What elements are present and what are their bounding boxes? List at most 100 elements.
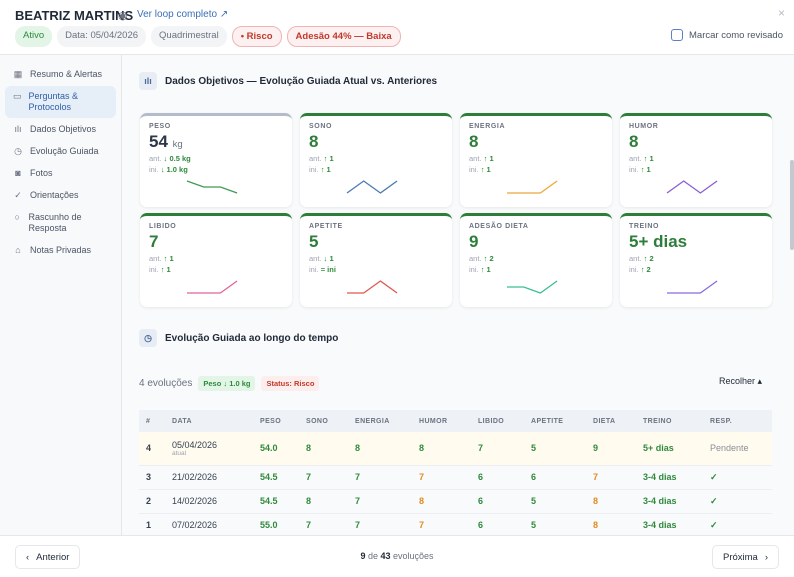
column-header[interactable]: HUMOR <box>412 410 471 432</box>
delta-value: ↑ 2 <box>643 254 654 263</box>
sparkline-line <box>507 180 558 194</box>
status-badge: Adesão 44% — Baixa <box>286 26 401 47</box>
cell-treino: 3-4 dias <box>636 513 703 535</box>
table-row[interactable]: 3 21/02/2026 54.5 7 7 7 6 6 7 3-4 dias ✓ <box>139 465 772 490</box>
delta-value: ↑ 1 <box>160 265 171 274</box>
collapse-button[interactable]: Recolher ▴ <box>719 376 762 387</box>
delta-label: ant. <box>469 254 482 263</box>
column-header[interactable]: LIBIDO <box>471 410 524 432</box>
cell-energia: 7 <box>348 465 412 490</box>
delta-label: ini. <box>469 265 479 274</box>
delta-ini: ini. ↑ 1 <box>149 265 283 274</box>
evolution-table: # DATA PESO SONO ENERGIA HUMOR LIBIDO APETITE DI… <box>139 410 772 535</box>
column-header[interactable]: PESO <box>253 410 299 432</box>
delta-value: ↑ 1 <box>643 154 654 163</box>
cell-apetite: 5 <box>524 489 586 514</box>
table-row[interactable]: 1 07/02/2026 55.0 7 7 7 6 5 8 3-4 dias ✓ <box>139 513 772 535</box>
metric-label: LIBIDO <box>149 223 177 230</box>
response-status: ✓ <box>703 465 772 490</box>
checkbox-icon[interactable] <box>671 29 684 41</box>
next-button[interactable]: Próxima › <box>711 545 779 569</box>
delta-label: ant. <box>629 254 642 263</box>
column-header[interactable]: ENERGIA <box>348 410 412 432</box>
sidebar-item-bar-chart[interactable]: ılı Dados Objetivos <box>5 119 116 140</box>
delta-value: ↑ 1 <box>323 154 334 163</box>
delta-value: ↑ 2 <box>483 254 494 263</box>
sidebar-item-label: Notas Privadas <box>30 245 92 255</box>
delta-label: ini. <box>149 165 159 174</box>
cell-peso: 54.5 <box>253 465 299 490</box>
cell-sono: 7 <box>299 513 348 535</box>
row-number: 1 <box>139 513 165 535</box>
delta-label: ini. <box>629 265 639 274</box>
mark-reviewed-checkbox[interactable]: Marcar como revisado <box>671 29 783 41</box>
column-header[interactable]: DATA <box>165 410 253 432</box>
delta-value: ↓ 1 <box>323 254 334 263</box>
mark-reviewed-label: Marcar como revisado <box>689 29 783 41</box>
column-header[interactable]: APETITE <box>524 410 586 432</box>
section-title: Evolução Guiada ao longo do tempo <box>165 332 339 344</box>
view-full-loop-link[interactable]: Ver loop completo ↗ <box>137 9 228 20</box>
metric-label: HUMOR <box>629 123 659 130</box>
sparkline <box>507 280 558 294</box>
delta-label: ini. <box>309 265 319 274</box>
sidebar-item-calendar[interactable]: ▦ Resumo & Alertas <box>5 64 116 85</box>
close-icon[interactable]: × <box>778 6 785 20</box>
patient-name: BEATRIZ MARTINS <box>15 8 134 23</box>
status-pill: Status: Risco <box>261 376 320 391</box>
delta-ini: ini. ↑ 2 <box>629 265 763 274</box>
table-row[interactable]: 2 14/02/2026 54.5 8 7 8 6 5 8 3-4 dias ✓ <box>139 489 772 514</box>
delta-value: ↓ 1.0 kg <box>160 165 188 174</box>
column-header[interactable]: RESP. <box>703 410 772 432</box>
sidebar-item-camera[interactable]: ◙ Fotos <box>5 163 116 184</box>
sidebar-item-chat[interactable]: ○ Rascunho de Resposta <box>5 207 116 239</box>
cell-energia: 8 <box>348 432 412 466</box>
next-label: Próxima <box>722 551 758 563</box>
check-circle-icon: ✓ <box>14 190 22 200</box>
row-number: 3 <box>139 465 165 490</box>
row-date: 05/04/2026 atual <box>165 432 253 466</box>
metric-label: PESO <box>149 123 171 130</box>
delta-value: ↑ 1 <box>320 165 331 174</box>
sidebar-item-check-circle[interactable]: ✓ Orientações <box>5 185 116 206</box>
delta-label: ini. <box>309 165 319 174</box>
delta-label: ini. <box>149 265 159 274</box>
metric-card: PESO 54 kg ant. ↓ 0.5 kg ini. ↓ 1.0 kg <box>140 113 292 207</box>
eye-icon[interactable]: ◉ <box>118 9 128 22</box>
metric-label: TREINO <box>629 223 660 230</box>
table-row[interactable]: 4 05/04/2026 atual 54.0 8 8 8 7 5 9 5+ dias Pendent… <box>139 432 772 466</box>
sparkline-line <box>187 280 238 294</box>
column-header[interactable]: SONO <box>299 410 348 432</box>
header: BEATRIZ MARTINS ◉ Ver loop completo ↗ At… <box>0 0 794 55</box>
metric-card: HUMOR 8 ant. ↑ 1 ini. ↑ 1 <box>620 113 772 207</box>
pagination-status: 9 de 43 evoluções <box>0 551 794 561</box>
delta-ini: ini. ↑ 1 <box>469 165 603 174</box>
lock-icon: ⌂ <box>15 245 21 255</box>
sparkline <box>347 280 398 294</box>
column-header[interactable]: TREINO <box>636 410 703 432</box>
metric-unit: kg <box>172 139 183 150</box>
cell-apetite: 5 <box>524 432 586 466</box>
sidebar-item-lock[interactable]: ⌂ Notas Privadas <box>5 240 116 261</box>
delta-ant: ant. ↓ 1 <box>309 254 443 263</box>
cell-sono: 7 <box>299 465 348 490</box>
sidebar-item-clock[interactable]: ◷ Evolução Guiada <box>5 141 116 162</box>
metric-value: 8 <box>629 132 763 152</box>
cell-humor: 7 <box>412 513 471 535</box>
sparkline <box>186 180 238 194</box>
cell-sono: 8 <box>299 432 348 466</box>
chevron-right-icon: › <box>764 551 768 563</box>
sidebar-item-message[interactable]: ▭ Perguntas & Protocolos <box>5 86 116 118</box>
cell-humor: 8 <box>412 432 471 466</box>
evolution-header: ◷ Evolução Guiada ao longo do tempo <box>139 329 338 347</box>
sparkline <box>346 180 398 194</box>
sparkline-line <box>347 280 398 294</box>
objective-data-header: ılı Dados Objetivos — Evolução Guiada Atu… <box>139 72 437 90</box>
column-header[interactable]: DIETA <box>586 410 636 432</box>
column-header[interactable]: # <box>139 410 165 432</box>
cell-dieta: 7 <box>586 465 636 490</box>
metric-number: 9 <box>469 232 479 251</box>
scrollbar[interactable] <box>790 160 794 250</box>
metric-value: 9 <box>469 232 603 252</box>
cell-dieta: 8 <box>586 489 636 514</box>
